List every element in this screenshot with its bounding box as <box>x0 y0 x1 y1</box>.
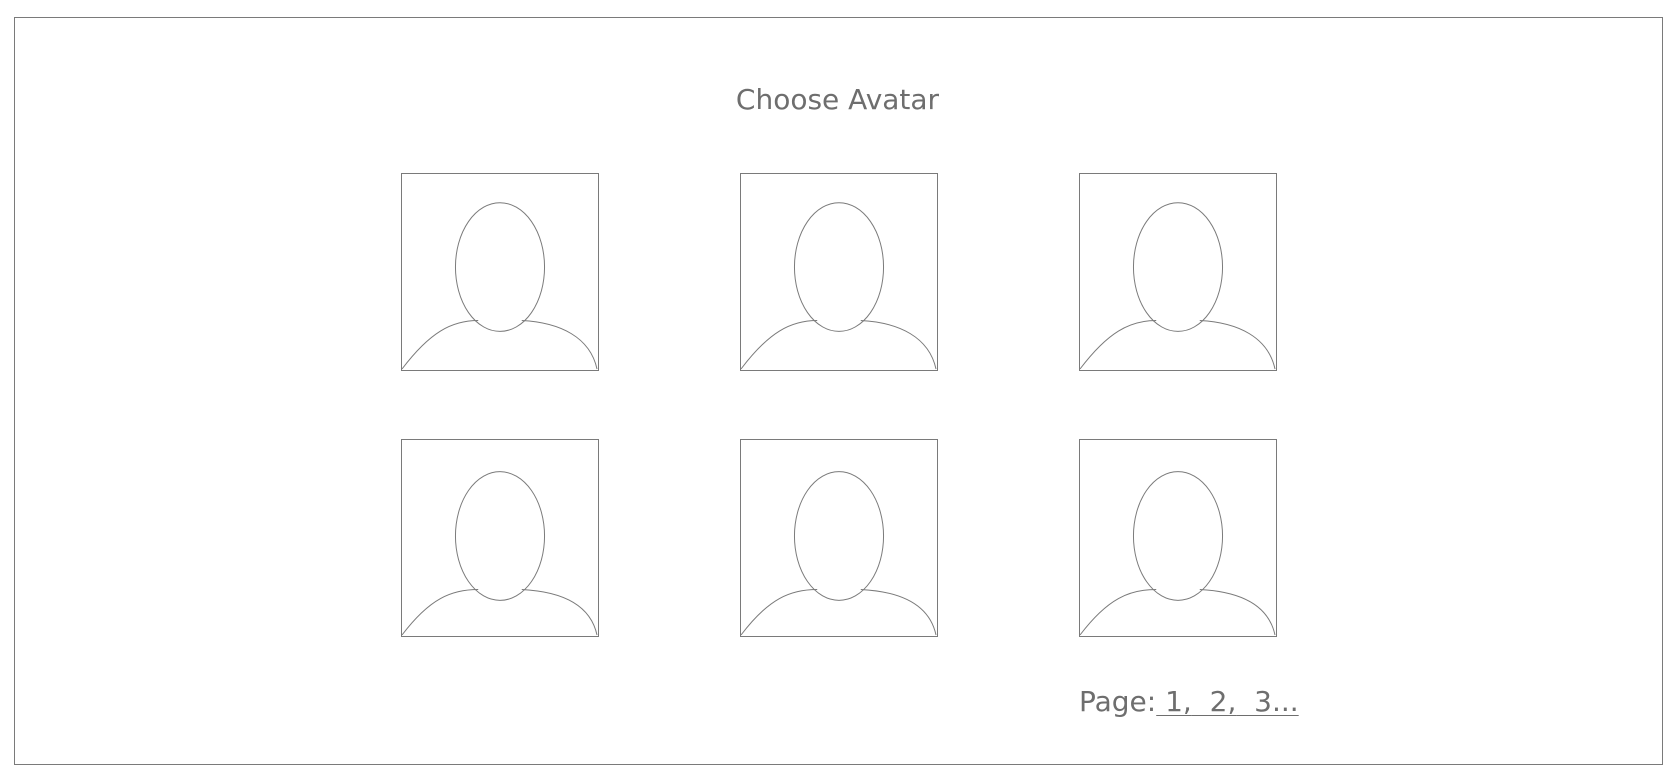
page-link-3[interactable]: 3... <box>1236 685 1299 718</box>
person-placeholder-icon <box>402 202 598 370</box>
page-link-2[interactable]: 2, <box>1192 685 1237 718</box>
avatar-option-6[interactable] <box>1079 439 1277 637</box>
avatar-option-4[interactable] <box>401 439 599 637</box>
person-placeholder-icon <box>741 471 937 636</box>
pagination-label: Page: <box>1079 685 1157 718</box>
avatar-option-5[interactable] <box>740 439 938 637</box>
avatar-option-3[interactable] <box>1079 173 1277 371</box>
page-title: Choose Avatar <box>735 83 940 116</box>
avatar-chooser-frame <box>14 17 1663 765</box>
page-link-1[interactable]: 1, <box>1156 685 1192 718</box>
avatar-option-1[interactable] <box>401 173 599 371</box>
pagination: Page: 1, 2, 3... <box>1079 682 1299 722</box>
person-placeholder-icon <box>741 202 937 370</box>
avatar-option-2[interactable] <box>740 173 938 371</box>
person-placeholder-icon <box>1080 471 1276 636</box>
person-placeholder-icon <box>1080 202 1276 370</box>
person-placeholder-icon <box>402 471 598 636</box>
